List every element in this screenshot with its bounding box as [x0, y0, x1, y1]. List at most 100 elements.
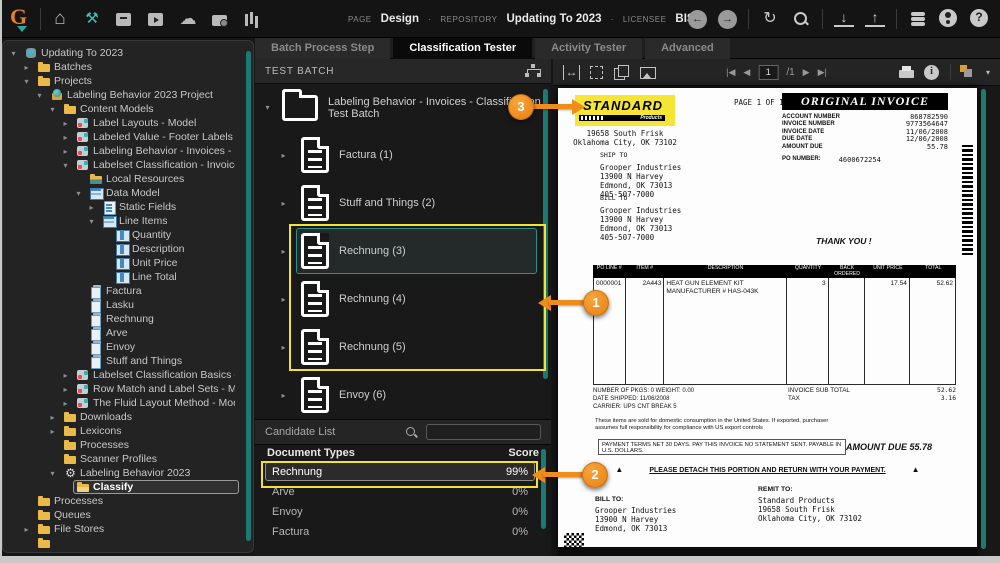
tree-item-arve[interactable]: Arve: [5, 326, 245, 341]
expand-arrow-icon[interactable]: ▸: [279, 247, 288, 256]
tree-collapse-arrow-icon[interactable]: ▾: [61, 161, 70, 170]
first-page-button[interactable]: |◀: [726, 67, 735, 78]
tree-item-line-total[interactable]: Line Total: [5, 270, 245, 284]
home-icon[interactable]: ⌂: [50, 9, 70, 29]
doc-type-row-rechnung[interactable]: Rechnung 99%: [265, 462, 535, 481]
tree-collapse-arrow-icon[interactable]: ▾: [48, 469, 57, 478]
tree-item-factura[interactable]: Factura: [5, 284, 245, 299]
tree-item-unit-price[interactable]: Unit Price: [5, 256, 245, 270]
tab-classification-tester[interactable]: Classification Tester: [393, 38, 533, 59]
tab-activity-tester[interactable]: Activity Tester: [535, 38, 643, 59]
user-account-icon[interactable]: [939, 9, 959, 29]
tree-item-labeling-behavior-invoices-model[interactable]: ▸ Labeling Behavior - Invoices - Model: [5, 144, 245, 158]
tree-item-content-models[interactable]: ▾ Content Models: [5, 102, 245, 116]
refresh-icon[interactable]: ↻: [760, 9, 780, 29]
tree-item-queues[interactable]: Queues: [5, 508, 245, 522]
doc-type-row-factura[interactable]: Factura 0%: [265, 522, 535, 541]
tree-item-item[interactable]: [5, 536, 245, 550]
tree-expand-arrow-icon[interactable]: ▸: [22, 525, 31, 534]
tree-collapse-arrow-icon[interactable]: ▾: [9, 49, 18, 58]
document-row-factura-1[interactable]: ▸ Factura (1): [255, 131, 551, 179]
media-icon[interactable]: [146, 9, 166, 29]
tree-item-row-match-and-label-sets-model[interactable]: ▸ Row Match and Label Sets - Model: [5, 382, 245, 396]
tree-expand-arrow-icon[interactable]: ▸: [61, 371, 70, 380]
batch-folder-row[interactable]: ▾ Labeling Behavior - Invoices - Classif…: [255, 84, 551, 131]
document-row-stuff-and-things-2[interactable]: ▸ Stuff and Things (2): [255, 179, 551, 227]
batch-icon[interactable]: [114, 9, 134, 29]
invoice-page[interactable]: STANDARD Products 19658 South Frisk Oklah…: [558, 88, 977, 556]
stats-icon[interactable]: [242, 9, 262, 29]
jobs-icon[interactable]: [210, 9, 230, 29]
tree-item-scanner-profiles[interactable]: Scanner Profiles: [5, 452, 245, 466]
expand-arrow-icon[interactable]: ▸: [279, 343, 288, 352]
viewer-scrollbar[interactable]: [981, 89, 986, 549]
info-icon[interactable]: [923, 64, 941, 80]
tree-item-labeling-behavior-2023[interactable]: ▾ ⚙ Labeling Behavior 2023: [5, 466, 245, 480]
cloud-icon[interactable]: ☁: [178, 9, 198, 29]
document-row-rechnung-3[interactable]: ▸ Rechnung (3): [255, 227, 551, 275]
tree-item-labelset-classification-invoices-mode[interactable]: ▾ Labelset Classification - Invoices - Mo…: [5, 158, 245, 172]
document-row-rechnung-4[interactable]: ▸ Rechnung (4): [255, 275, 551, 323]
tree-item-file-stores[interactable]: ▸ File Stores: [5, 522, 245, 536]
tree-item-description[interactable]: Description: [5, 242, 245, 256]
tab-advanced[interactable]: Advanced: [645, 38, 730, 59]
tree-item-rechnung[interactable]: Rechnung: [5, 312, 245, 327]
tree-collapse-arrow-icon[interactable]: ▾: [87, 217, 96, 226]
page-number-input[interactable]: [758, 64, 779, 80]
collapse-arrow-icon[interactable]: ▾: [263, 103, 272, 112]
tree-item-quantity[interactable]: Quantity: [5, 228, 245, 242]
tree-item-labeled-value-footer-labels-model[interactable]: ▸ Labeled Value - Footer Labels - Model: [5, 130, 245, 144]
fit-width-icon[interactable]: ↔: [563, 64, 580, 80]
tree-collapse-arrow-icon[interactable]: ▾: [35, 91, 44, 100]
expand-arrow-icon[interactable]: ▸: [279, 391, 288, 400]
tools-icon[interactable]: ⚒: [82, 9, 102, 29]
tree-item-local-resources[interactable]: Local Resources: [5, 172, 245, 186]
tree-expand-arrow-icon[interactable]: ▸: [61, 133, 70, 142]
repository-value[interactable]: Updating To 2023: [507, 13, 602, 25]
back-button[interactable]: ←: [688, 9, 707, 29]
tree-item-lasku[interactable]: Lasku: [5, 298, 245, 313]
tree-item-envoy[interactable]: Envoy: [5, 340, 245, 355]
tree-expand-arrow-icon[interactable]: ▸: [61, 385, 70, 394]
tree-expand-arrow-icon[interactable]: ▸: [61, 399, 70, 408]
tree-item-static-fields[interactable]: ▸ Static Fields: [5, 200, 245, 215]
tree-item-processes[interactable]: Processes: [5, 438, 245, 452]
pages-icon[interactable]: [613, 64, 630, 80]
document-row-rechnung-5[interactable]: ▸ Rechnung (5): [255, 323, 551, 371]
next-page-button[interactable]: ▶: [803, 67, 810, 78]
print-icon[interactable]: [898, 65, 915, 80]
tree-collapse-arrow-icon[interactable]: ▾: [22, 77, 31, 86]
marquee-select-icon[interactable]: [590, 65, 603, 79]
tree-collapse-arrow-icon[interactable]: ▾: [48, 105, 57, 114]
doc-type-row-envoy[interactable]: Envoy 0%: [265, 502, 535, 521]
tree-item-downloads[interactable]: ▸ Downloads: [5, 410, 245, 424]
tree-item-label-layouts-model[interactable]: ▸ Label Layouts - Model: [5, 116, 245, 130]
hierarchy-view-icon[interactable]: [525, 64, 541, 78]
expand-arrow-icon[interactable]: ▸: [279, 151, 288, 160]
tree-expand-arrow-icon[interactable]: ▸: [61, 119, 70, 128]
image-view-icon[interactable]: [640, 67, 656, 79]
tree-expand-arrow-icon[interactable]: ▸: [22, 63, 31, 72]
search-icon[interactable]: [791, 9, 811, 29]
previous-page-button[interactable]: ◀: [743, 67, 750, 78]
tree-expand-arrow-icon[interactable]: ▸: [61, 147, 70, 156]
help-icon[interactable]: [970, 9, 990, 29]
chevron-down-icon[interactable]: ▾: [986, 68, 990, 77]
sidebar-scrollbar[interactable]: [246, 51, 251, 541]
tree-expand-arrow-icon[interactable]: ▸: [87, 203, 96, 212]
document-list-scrollbar[interactable]: [543, 89, 548, 379]
grooper-logo-icon[interactable]: G: [10, 4, 34, 34]
tree-item-the-fluid-layout-method-model[interactable]: ▸ The Fluid Layout Method - Model: [5, 396, 245, 410]
upload-icon[interactable]: ↑: [865, 9, 885, 29]
tree-collapse-arrow-icon[interactable]: ▾: [74, 189, 83, 198]
candidate-search-input[interactable]: [426, 424, 541, 440]
database-icon[interactable]: [908, 9, 928, 29]
tree-item-batches[interactable]: ▸ Batches: [5, 60, 245, 74]
tree-item-classify[interactable]: Classify: [5, 480, 245, 494]
search-icon[interactable]: [405, 426, 418, 439]
tree-item-data-model[interactable]: ▾ Data Model: [5, 186, 245, 200]
tree-item-lexicons[interactable]: ▸ Lexicons: [5, 424, 245, 438]
expand-arrow-icon[interactable]: ▸: [279, 199, 288, 208]
tree-item-projects[interactable]: ▾ Projects: [5, 74, 245, 88]
document-row-envoy-6[interactable]: ▸ Envoy (6): [255, 371, 551, 419]
